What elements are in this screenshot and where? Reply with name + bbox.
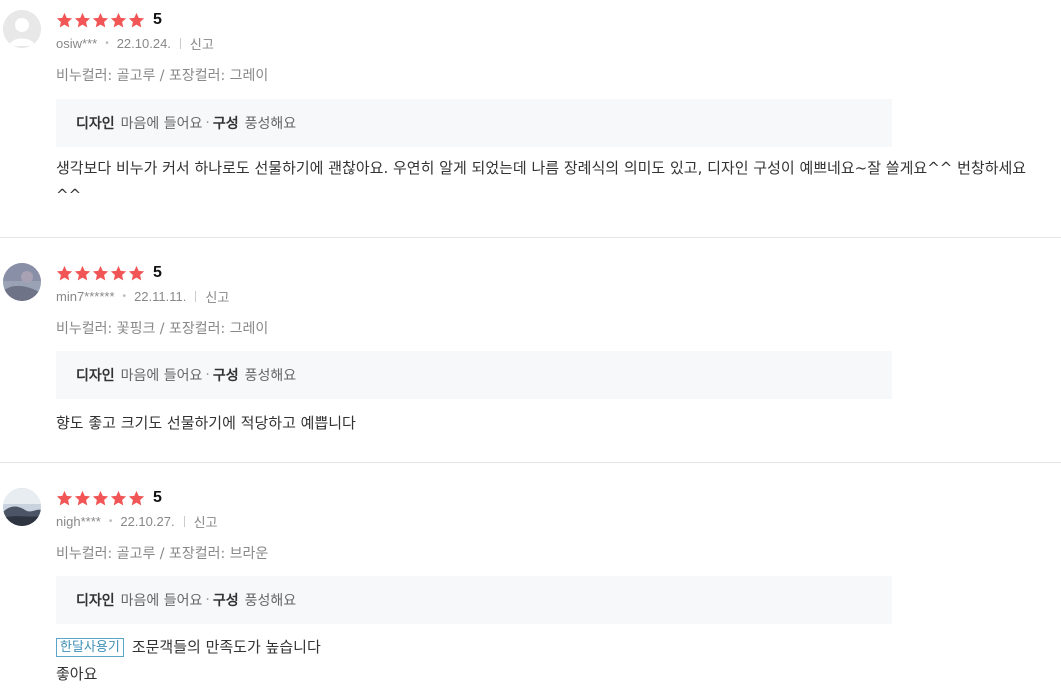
report-link[interactable]: 신고 bbox=[190, 34, 214, 53]
star-icon bbox=[56, 265, 73, 280]
avatar-icon bbox=[3, 263, 41, 301]
review-text: 생각보다 비누가 커서 하나로도 선물하기에 괜찮아요. 우연히 알게 되었는데… bbox=[56, 159, 1027, 204]
avatar[interactable] bbox=[3, 488, 41, 526]
product-option: 비누컬러: 골고루 / 포장컬러: 브라운 bbox=[56, 546, 269, 562]
star-icon bbox=[110, 265, 127, 280]
star-icon bbox=[92, 12, 109, 27]
avatar[interactable] bbox=[3, 263, 41, 301]
eval-value-design: 마음에 들어요 bbox=[120, 368, 203, 384]
rating: 5 bbox=[56, 262, 1061, 284]
star-rating bbox=[56, 490, 145, 507]
eval-value-design: 마음에 들어요 bbox=[120, 593, 203, 609]
review-meta: min7****** • 22.11.11. 신고 bbox=[56, 287, 1061, 305]
eval-separator: · bbox=[205, 367, 210, 383]
eval-value-design: 마음에 들어요 bbox=[120, 116, 203, 132]
star-icon bbox=[110, 12, 127, 27]
eval-value-composition: 풍성해요 bbox=[244, 368, 297, 384]
divider bbox=[179, 37, 181, 49]
evaluation-box: 디자인 마음에 들어요 · 구성 풍성해요 bbox=[56, 576, 892, 624]
avatar-icon bbox=[3, 10, 41, 48]
report-link[interactable]: 신고 bbox=[194, 512, 218, 531]
review-text: 좋아요 bbox=[56, 665, 98, 683]
eval-key-design: 디자인 bbox=[76, 368, 115, 384]
star-icon bbox=[74, 490, 91, 505]
divider bbox=[183, 515, 185, 527]
review-item: 5 nigh**** • 22.10.27. 신고 비누컬러: 골고루 / 포장… bbox=[0, 463, 1061, 697]
review-date: 22.10.27. bbox=[120, 513, 175, 529]
review-date: 22.11.11. bbox=[134, 288, 187, 304]
star-icon bbox=[92, 265, 109, 280]
review-meta: nigh**** • 22.10.27. 신고 bbox=[56, 512, 1061, 530]
star-rating bbox=[56, 12, 145, 29]
star-icon bbox=[128, 12, 145, 27]
rating-score: 5 bbox=[153, 489, 162, 506]
star-icon bbox=[92, 490, 109, 505]
avatar[interactable] bbox=[3, 10, 41, 48]
eval-value-composition: 풍성해요 bbox=[244, 116, 297, 132]
star-icon bbox=[56, 12, 73, 27]
eval-key-composition: 구성 bbox=[212, 116, 239, 132]
review-text: 향도 좋고 크기도 선물하기에 적당하고 예쁩니다 bbox=[56, 414, 356, 432]
product-option: 비누컬러: 꽃핑크 / 포장컬러: 그레이 bbox=[56, 321, 269, 337]
separator-dot: • bbox=[105, 37, 109, 49]
report-link[interactable]: 신고 bbox=[205, 287, 229, 306]
eval-separator: · bbox=[205, 592, 210, 608]
rating: 5 bbox=[56, 487, 1061, 509]
rating-score: 5 bbox=[153, 264, 162, 281]
rating: 5 bbox=[56, 9, 1061, 31]
reviewer-id: osiw*** bbox=[56, 35, 98, 51]
divider bbox=[195, 290, 197, 302]
star-icon bbox=[128, 490, 145, 505]
review-headline: 조문객들의 만족도가 높습니다 bbox=[131, 638, 321, 656]
review-headline-row: 한달사용기 조문객들의 만족도가 높습니다 bbox=[56, 634, 1046, 661]
review-meta: osiw*** • 22.10.24. 신고 bbox=[56, 34, 1061, 52]
avatar-icon bbox=[3, 488, 41, 526]
review-item: 5 min7****** • 22.11.11. 신고 비누컬러: 꽃핑크 / … bbox=[0, 238, 1061, 463]
eval-value-composition: 풍성해요 bbox=[244, 593, 297, 609]
review-item: 5 osiw*** • 22.10.24. 신고 비누컬러: 골고루 / 포장컬… bbox=[0, 0, 1061, 238]
eval-key-composition: 구성 bbox=[212, 368, 239, 384]
reviewer-id: nigh**** bbox=[56, 513, 101, 529]
eval-key-composition: 구성 bbox=[212, 593, 239, 609]
star-icon bbox=[56, 490, 73, 505]
eval-key-design: 디자인 bbox=[76, 116, 115, 132]
separator-dot: • bbox=[108, 515, 113, 527]
star-icon bbox=[110, 490, 127, 505]
eval-separator: · bbox=[205, 115, 210, 131]
star-icon bbox=[74, 265, 91, 280]
reviewer-id: min7****** bbox=[56, 288, 115, 304]
star-icon bbox=[128, 265, 145, 280]
star-icon bbox=[74, 12, 91, 27]
month-use-badge: 한달사용기 bbox=[56, 638, 124, 657]
review-date: 22.10.24. bbox=[116, 35, 171, 51]
star-rating bbox=[56, 265, 145, 282]
product-option: 비누컬러: 골고루 / 포장컬러: 그레이 bbox=[56, 68, 269, 84]
evaluation-box: 디자인 마음에 들어요 · 구성 풍성해요 bbox=[56, 99, 892, 147]
separator-dot: • bbox=[122, 290, 127, 302]
evaluation-box: 디자인 마음에 들어요 · 구성 풍성해요 bbox=[56, 351, 892, 399]
eval-key-design: 디자인 bbox=[76, 593, 115, 609]
rating-score: 5 bbox=[153, 11, 162, 28]
